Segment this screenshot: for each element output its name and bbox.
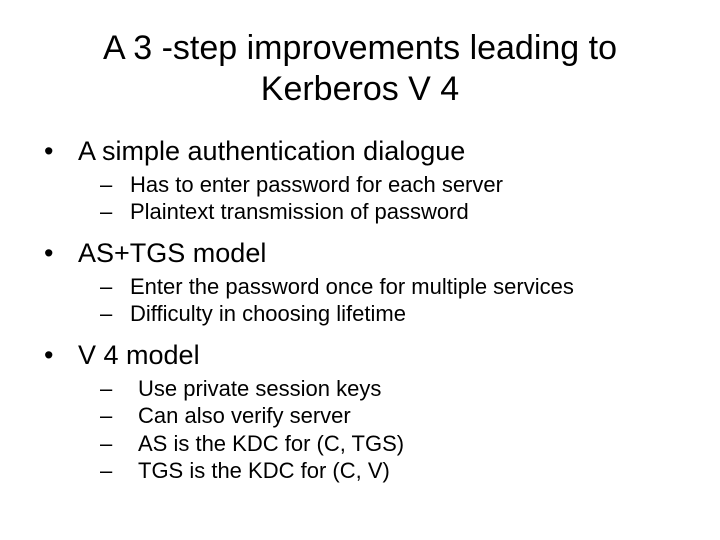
list-item: – AS is the KDC for (C, TGS) (40, 430, 680, 458)
level2-text: Can also verify server (138, 402, 351, 430)
list-item: – TGS is the KDC for (C, V) (40, 457, 680, 485)
list-item: – Use private session keys (40, 375, 680, 403)
slide-title: A 3 -step improvements leading to Kerber… (40, 28, 680, 110)
list-item: • A simple authentication dialogue – Has… (40, 134, 680, 226)
level1-text: AS+TGS model (78, 236, 266, 271)
level2-text: Enter the password once for multiple ser… (130, 273, 574, 301)
sub-list: – Enter the password once for multiple s… (40, 273, 680, 328)
dash-icon: – (100, 430, 138, 458)
level2-text: Plaintext transmission of password (130, 198, 469, 226)
dash-icon: – (100, 457, 138, 485)
bullet-icon: • (40, 236, 78, 271)
level1-text: V 4 model (78, 338, 200, 373)
level2-text: Difficulty in choosing lifetime (130, 300, 406, 328)
level1-row: • AS+TGS model (40, 236, 680, 271)
list-item: – Plaintext transmission of password (40, 198, 680, 226)
dash-icon: – (100, 171, 130, 199)
level1-text: A simple authentication dialogue (78, 134, 465, 169)
list-item: – Enter the password once for multiple s… (40, 273, 680, 301)
level2-text: Has to enter password for each server (130, 171, 503, 199)
level2-text: Use private session keys (138, 375, 381, 403)
dash-icon: – (100, 375, 138, 403)
level1-row: • V 4 model (40, 338, 680, 373)
bullet-list: • A simple authentication dialogue – Has… (40, 134, 680, 485)
dash-icon: – (100, 198, 130, 226)
list-item: – Has to enter password for each server (40, 171, 680, 199)
list-item: – Can also verify server (40, 402, 680, 430)
sub-list: – Use private session keys – Can also ve… (40, 375, 680, 485)
dash-icon: – (100, 273, 130, 301)
dash-icon: – (100, 300, 130, 328)
dash-icon: – (100, 402, 138, 430)
level1-row: • A simple authentication dialogue (40, 134, 680, 169)
list-item: • V 4 model – Use private session keys –… (40, 338, 680, 485)
list-item: • AS+TGS model – Enter the password once… (40, 236, 680, 328)
list-item: – Difficulty in choosing lifetime (40, 300, 680, 328)
level2-text: AS is the KDC for (C, TGS) (138, 430, 404, 458)
bullet-icon: • (40, 134, 78, 169)
level2-text: TGS is the KDC for (C, V) (138, 457, 390, 485)
slide: A 3 -step improvements leading to Kerber… (0, 0, 720, 540)
bullet-icon: • (40, 338, 78, 373)
sub-list: – Has to enter password for each server … (40, 171, 680, 226)
